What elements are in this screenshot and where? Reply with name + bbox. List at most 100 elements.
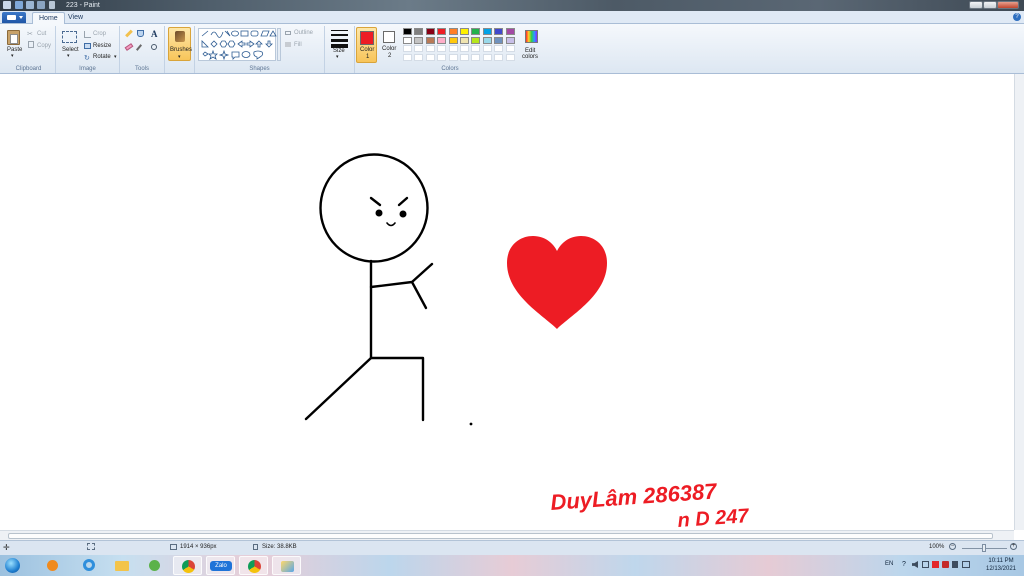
palette-swatch[interactable] xyxy=(437,28,447,35)
palette-swatch[interactable] xyxy=(448,53,458,61)
tray-help-icon[interactable]: ? xyxy=(902,561,906,568)
paste-icon[interactable] xyxy=(7,30,20,45)
palette-swatch[interactable] xyxy=(505,28,515,35)
copy-button[interactable]: Copy xyxy=(37,43,51,49)
palette-swatch[interactable] xyxy=(482,45,492,52)
text-icon[interactable]: A xyxy=(151,29,158,39)
cut-icon[interactable]: ✂ xyxy=(27,30,33,38)
palette-swatch[interactable] xyxy=(505,36,515,44)
color-picker-icon[interactable] xyxy=(135,44,143,51)
taskbar-chrome-alt[interactable] xyxy=(239,556,268,575)
fill-icon[interactable] xyxy=(285,42,291,47)
antivirus-icon[interactable] xyxy=(932,561,939,568)
outline-icon[interactable] xyxy=(285,31,291,35)
maximize-button[interactable] xyxy=(983,1,997,9)
copy-icon[interactable] xyxy=(28,41,34,48)
palette-swatch[interactable] xyxy=(494,53,504,61)
edit-colors-button[interactable]: Edit colors xyxy=(520,28,544,64)
palette-swatch[interactable] xyxy=(482,28,492,35)
palette-swatch[interactable] xyxy=(448,28,458,35)
palette-swatch[interactable] xyxy=(437,45,447,52)
palette-swatch[interactable] xyxy=(414,36,424,44)
palette-swatch[interactable] xyxy=(505,53,515,61)
undo-icon[interactable] xyxy=(26,1,34,9)
resize-button[interactable]: Resize xyxy=(93,43,111,49)
palette-swatch[interactable] xyxy=(460,45,469,52)
start-button[interactable] xyxy=(2,556,24,575)
palette-swatch[interactable] xyxy=(414,53,424,61)
language-indicator[interactable]: EN xyxy=(885,561,893,567)
eraser-icon[interactable] xyxy=(124,43,134,51)
paint-menu-button[interactable] xyxy=(2,12,26,23)
battery-icon[interactable] xyxy=(952,561,958,568)
palette-swatch[interactable] xyxy=(471,28,481,35)
palette-swatch[interactable] xyxy=(414,28,424,35)
palette-swatch[interactable] xyxy=(482,36,492,44)
palette-swatch[interactable] xyxy=(403,45,412,52)
palette-swatch[interactable] xyxy=(471,36,481,44)
palette-swatch[interactable] xyxy=(437,53,447,61)
taskbar-internet-explorer[interactable] xyxy=(74,556,103,575)
vertical-scrollbar[interactable] xyxy=(1014,74,1024,530)
palette-swatch[interactable] xyxy=(482,53,492,61)
horizontal-scroll-thumb[interactable] xyxy=(8,533,993,539)
crop-button[interactable]: Crop xyxy=(93,31,106,37)
paste-button[interactable]: Paste xyxy=(7,47,22,53)
save-icon[interactable] xyxy=(15,1,23,9)
crop-icon[interactable] xyxy=(84,31,91,38)
customize-toolbar-icon[interactable] xyxy=(49,1,55,9)
palette-swatch[interactable] xyxy=(425,45,435,52)
tab-view[interactable]: View xyxy=(62,12,89,24)
size-icon[interactable] xyxy=(331,30,348,48)
palette-swatch[interactable] xyxy=(425,36,435,44)
fill-button[interactable]: Fill xyxy=(294,42,302,48)
clock[interactable]: 10:11 PM 12/13/2021 xyxy=(982,557,1020,573)
palette-swatch[interactable] xyxy=(460,28,469,35)
palette-swatch[interactable] xyxy=(460,36,469,44)
volume-icon[interactable] xyxy=(912,561,918,568)
tray-app-icon[interactable] xyxy=(942,561,949,568)
palette-swatch[interactable] xyxy=(505,45,515,52)
fill-bucket-icon[interactable] xyxy=(137,30,144,37)
help-icon[interactable]: ? xyxy=(1013,13,1021,21)
taskbar-file-explorer[interactable] xyxy=(107,556,136,575)
select-icon[interactable] xyxy=(62,31,77,43)
app-menu-icon[interactable] xyxy=(3,1,11,9)
zoom-in-button[interactable]: + xyxy=(1010,543,1017,550)
pencil-icon[interactable] xyxy=(125,29,133,38)
palette-swatch[interactable] xyxy=(448,36,458,44)
taskbar-camtasia[interactable] xyxy=(140,556,169,575)
horizontal-scrollbar[interactable] xyxy=(0,530,1014,540)
shapes-scrollbar[interactable] xyxy=(277,28,281,61)
outline-button[interactable]: Outline xyxy=(294,30,313,36)
redo-icon[interactable] xyxy=(37,1,45,9)
resize-icon[interactable] xyxy=(84,43,91,49)
shapes-gallery[interactable] xyxy=(198,28,277,61)
rotate-icon[interactable]: ↻ xyxy=(84,54,90,62)
palette-swatch[interactable] xyxy=(494,36,504,44)
palette-swatch[interactable] xyxy=(414,45,424,52)
palette-swatch[interactable] xyxy=(471,53,481,61)
palette-swatch[interactable] xyxy=(425,28,435,35)
palette-swatch[interactable] xyxy=(403,28,412,35)
color1-button[interactable]: Color 1 xyxy=(356,27,377,63)
taskbar-paint[interactable] xyxy=(272,556,301,575)
color2-button[interactable]: Color 2 xyxy=(379,27,400,63)
palette-swatch[interactable] xyxy=(448,45,458,52)
taskbar-chrome[interactable] xyxy=(173,556,202,575)
palette-swatch[interactable] xyxy=(494,45,504,52)
brushes-button[interactable]: Brushes ▾ xyxy=(168,27,192,61)
palette-swatch[interactable] xyxy=(471,45,481,52)
action-center-icon[interactable] xyxy=(962,561,970,568)
tab-home[interactable]: Home xyxy=(32,12,65,24)
cut-button[interactable]: Cut xyxy=(37,31,46,37)
palette-swatch[interactable] xyxy=(437,36,447,44)
palette-swatch[interactable] xyxy=(494,28,504,35)
zoom-slider-thumb[interactable] xyxy=(982,544,986,552)
minimize-button[interactable] xyxy=(969,1,983,9)
close-button[interactable] xyxy=(997,1,1019,9)
palette-swatch[interactable] xyxy=(425,53,435,61)
select-button[interactable]: Select xyxy=(62,47,79,53)
palette-swatch[interactable] xyxy=(403,53,412,61)
network-icon[interactable] xyxy=(922,561,929,568)
